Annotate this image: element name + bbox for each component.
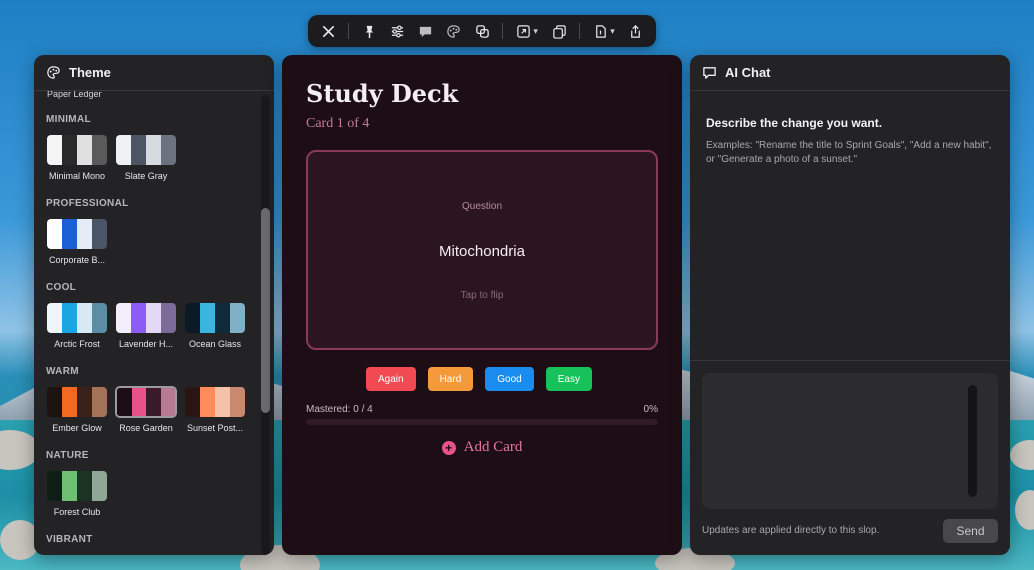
card-side-label: Question bbox=[461, 201, 503, 212]
floating-toolbar: ▾ ▾ bbox=[308, 15, 656, 47]
card-counter: Card 1 of 4 bbox=[306, 116, 370, 131]
good-button[interactable]: Good bbox=[485, 367, 534, 391]
plus-icon: + bbox=[441, 440, 456, 455]
chat-footer-note: Updates are applied directly to this slo… bbox=[702, 525, 880, 536]
flip-hint: Tap to flip bbox=[460, 290, 504, 301]
card-question-text: Mitochondria bbox=[439, 243, 525, 260]
theme-name: Paper Ledger bbox=[47, 91, 102, 99]
layers-icon[interactable] bbox=[470, 18, 494, 44]
hard-button[interactable]: Hard bbox=[427, 367, 474, 391]
export-icon[interactable]: ▾ bbox=[511, 18, 543, 44]
theme-swatch-ocean-glass[interactable]: Ocean Glass bbox=[184, 302, 246, 349]
theme-panel: Theme Paper Ledger MINIMAL Minimal Mono … bbox=[34, 55, 274, 555]
theme-name: Slate Gray bbox=[124, 171, 168, 181]
theme-swatch-rose-garden[interactable]: Rose Garden bbox=[115, 386, 177, 433]
chat-input-scrollbar[interactable] bbox=[968, 385, 977, 497]
sliders-icon[interactable] bbox=[385, 18, 409, 44]
theme-swatch-ember-glow[interactable]: Ember Glow bbox=[46, 386, 108, 433]
theme-panel-header: Theme bbox=[34, 55, 274, 91]
theme-swatch-sunset-poster[interactable]: Sunset Post... bbox=[184, 386, 246, 433]
ai-chat-panel: AI Chat Describe the change you want. Ex… bbox=[690, 55, 1010, 555]
flashcard[interactable]: Question Mitochondria Tap to flip bbox=[306, 150, 658, 350]
toolbar-divider bbox=[348, 23, 350, 39]
again-button[interactable]: Again bbox=[366, 367, 416, 391]
mastery-progress-bar bbox=[306, 419, 658, 425]
copy-icon[interactable] bbox=[547, 18, 571, 44]
chat-panel-header: AI Chat bbox=[690, 55, 1010, 91]
chevron-down-icon: ▾ bbox=[533, 25, 538, 36]
theme-swatch-corporate-blue[interactable]: Corporate B... bbox=[46, 218, 108, 265]
section-title-minimal: MINIMAL bbox=[46, 114, 91, 125]
chat-bubble-icon bbox=[703, 67, 716, 79]
chat-input[interactable] bbox=[702, 373, 998, 509]
theme-name: Forest Club bbox=[53, 507, 101, 517]
theme-name: Arctic Frost bbox=[54, 339, 100, 349]
theme-list[interactable]: Paper Ledger MINIMAL Minimal Mono Slate … bbox=[34, 91, 274, 555]
mastered-count: Mastered: 0 / 4 bbox=[306, 404, 373, 415]
deck-title: Study Deck bbox=[306, 79, 459, 108]
theme-panel-title: Theme bbox=[69, 65, 111, 80]
theme-swatch-minimal-mono[interactable]: Minimal Mono bbox=[46, 134, 108, 181]
chevron-down-icon: ▾ bbox=[610, 25, 615, 36]
theme-swatch-arctic-frost[interactable]: Arctic Frost bbox=[46, 302, 108, 349]
theme-name: Ember Glow bbox=[52, 423, 102, 433]
chat-prompt-heading: Describe the change you want. bbox=[706, 116, 883, 130]
chat-divider bbox=[690, 360, 1010, 361]
theme-name: Rose Garden bbox=[119, 423, 173, 433]
close-icon[interactable] bbox=[316, 18, 340, 44]
chat-examples-text: Examples: "Rename the title to Sprint Go… bbox=[706, 140, 992, 165]
theme-scrollbar-thumb[interactable] bbox=[261, 208, 270, 413]
theme-name: Lavender H... bbox=[118, 339, 174, 349]
theme-swatch-forest-club[interactable]: Forest Club bbox=[46, 470, 108, 517]
study-deck-panel: Study Deck Card 1 of 4 Question Mitochon… bbox=[282, 55, 682, 555]
share-icon[interactable] bbox=[624, 18, 648, 44]
add-card-label: Add Card bbox=[463, 439, 523, 455]
theme-name: Minimal Mono bbox=[48, 171, 106, 181]
pin-icon[interactable] bbox=[357, 18, 381, 44]
section-title-warm: WARM bbox=[46, 366, 79, 377]
section-title-vibrant: VIBRANT bbox=[46, 534, 93, 545]
grade-buttons: Again Hard Good Easy bbox=[366, 367, 592, 391]
easy-button[interactable]: Easy bbox=[545, 367, 592, 391]
palette-icon bbox=[47, 66, 60, 79]
palette-icon[interactable] bbox=[442, 18, 466, 44]
theme-name: Sunset Post... bbox=[186, 423, 244, 433]
section-title-cool: COOL bbox=[46, 282, 77, 293]
mastered-percent: 0% bbox=[643, 404, 658, 415]
comment-icon[interactable] bbox=[414, 18, 438, 44]
section-title-professional: PROFESSIONAL bbox=[46, 198, 129, 209]
add-card-button[interactable]: + Add Card bbox=[282, 439, 682, 456]
theme-name: Corporate B... bbox=[48, 255, 106, 265]
send-button[interactable]: Send bbox=[943, 519, 998, 543]
document-icon[interactable]: ▾ bbox=[588, 18, 620, 44]
section-title-nature: NATURE bbox=[46, 450, 89, 461]
theme-name: Ocean Glass bbox=[188, 339, 242, 349]
theme-swatch-lavender[interactable]: Lavender H... bbox=[115, 302, 177, 349]
chat-panel-title: AI Chat bbox=[725, 65, 771, 80]
theme-swatch-slate-gray[interactable]: Slate Gray bbox=[115, 134, 177, 181]
toolbar-divider bbox=[579, 23, 581, 39]
toolbar-divider bbox=[502, 23, 504, 39]
